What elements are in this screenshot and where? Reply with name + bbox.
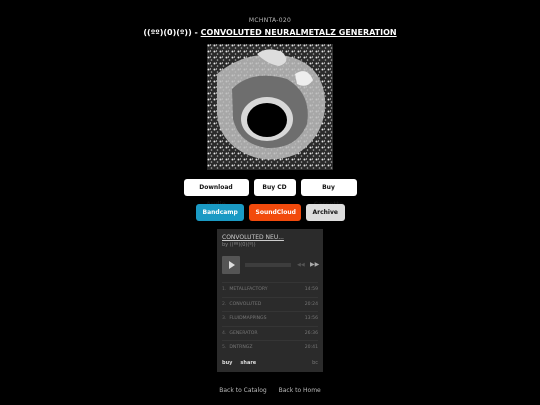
player-footer: buy share bbox=[222, 360, 264, 366]
track-name: FLUIDMAPPINGS bbox=[229, 316, 267, 322]
bandcamp-logo-icon[interactable]: bc bbox=[312, 360, 318, 366]
track-number: 5. bbox=[222, 345, 227, 351]
track-number: 3. bbox=[222, 316, 227, 322]
album-title: CONVOLUTED NEURALMETALZ GENERATION bbox=[200, 28, 397, 37]
player-album-title[interactable]: CONVOLUTED NEU... bbox=[222, 234, 284, 241]
track-duration: 13:56 bbox=[304, 316, 318, 322]
play-button[interactable] bbox=[222, 256, 240, 274]
artist-name: ((ºº)(0)(º)) - bbox=[143, 28, 201, 37]
track-duration: 20:41 bbox=[304, 345, 318, 351]
track-number: 4. bbox=[222, 330, 227, 336]
buy-cd-button[interactable]: Buy CD bbox=[253, 179, 296, 196]
buy-link[interactable]: buy bbox=[222, 360, 232, 366]
archive-button[interactable]: Archive bbox=[305, 204, 345, 221]
catalog-number: MCHNTA-020 bbox=[248, 17, 292, 24]
track-number: 2. bbox=[222, 301, 227, 307]
track-row[interactable]: 2. CONVOLUTED 20:24 bbox=[222, 296, 318, 312]
back-to-catalog-link[interactable]: Back to Catalog bbox=[219, 387, 266, 394]
track-row[interactable]: 1. METALLFACTORY 14:59 bbox=[222, 282, 318, 297]
footer-links: Back to Catalog Back to Home bbox=[0, 387, 540, 394]
download-audio-button[interactable]: Download Audio bbox=[183, 179, 249, 208]
soundcloud-button[interactable]: SoundCloud bbox=[248, 204, 301, 221]
player-artist[interactable]: by ((ºº)(0)(º)) bbox=[222, 242, 256, 248]
track-name: DNTRNGZ bbox=[229, 345, 253, 351]
bandcamp-player: CONVOLUTED NEU... by ((ºº)(0)(º)) ◀◀ ▶▶ … bbox=[217, 229, 323, 372]
next-track-icon[interactable]: ▶▶ bbox=[310, 261, 319, 268]
album-artwork bbox=[207, 44, 333, 170]
track-row[interactable]: 3. FLUIDMAPPINGS 13:56 bbox=[222, 311, 318, 326]
track-row[interactable]: 5. DNTRNGZ 20:41 bbox=[222, 340, 318, 355]
track-row[interactable]: 4. GENERATOR 26:36 bbox=[222, 325, 318, 341]
release-title: ((ºº)(0)(º)) - CONVOLUTED NEURALMETALZ G… bbox=[0, 28, 540, 37]
bandcamp-button[interactable]: Bandcamp bbox=[195, 204, 244, 221]
track-name: GENERATOR bbox=[229, 330, 258, 336]
buy-cassette-button[interactable]: Buy Cassette bbox=[300, 179, 357, 208]
track-duration: 14:59 bbox=[304, 287, 318, 292]
track-duration: 20:24 bbox=[304, 301, 318, 307]
track-number: 1. bbox=[222, 287, 227, 292]
prev-track-icon[interactable]: ◀◀ bbox=[297, 262, 305, 268]
track-name: CONVOLUTED bbox=[229, 301, 262, 307]
track-duration: 26:36 bbox=[304, 330, 318, 336]
track-list: 1. METALLFACTORY 14:59 2. CONVOLUTED 20:24… bbox=[222, 282, 318, 355]
back-to-home-link[interactable]: Back to Home bbox=[279, 387, 321, 394]
progress-bar[interactable] bbox=[245, 263, 291, 267]
track-name: METALLFACTORY bbox=[229, 287, 268, 292]
share-link[interactable]: share bbox=[240, 360, 256, 366]
